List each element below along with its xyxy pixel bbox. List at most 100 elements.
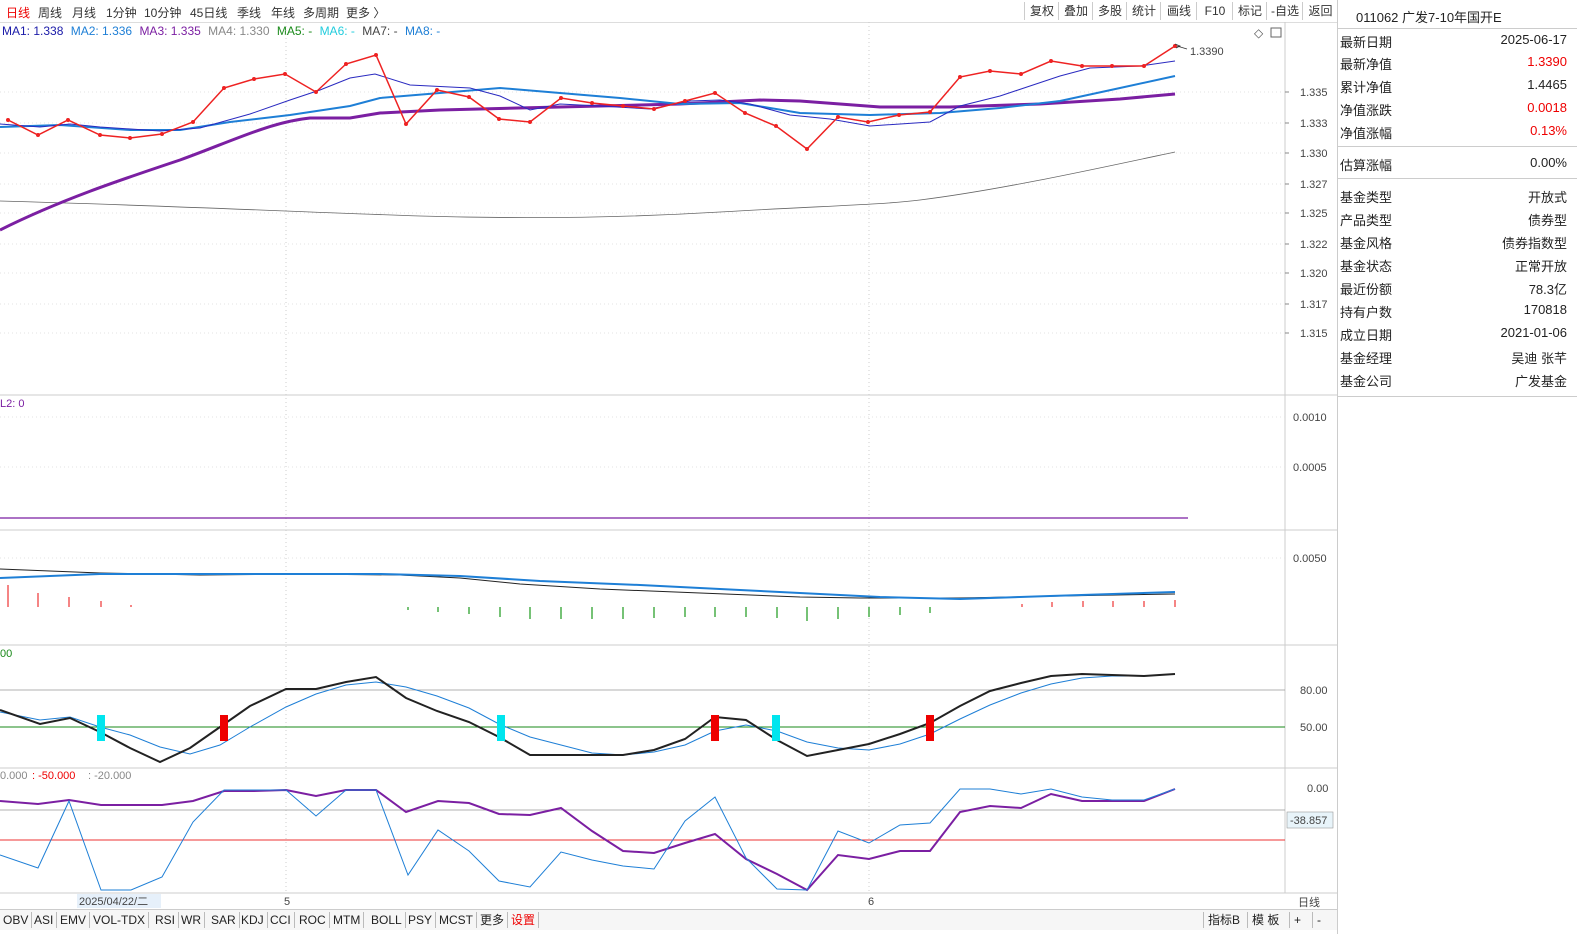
nav-line: [6, 44, 1177, 151]
info-row: 基金公司 广发基金: [1340, 369, 1567, 391]
tab-multi-period[interactable]: 多周期: [303, 4, 339, 21]
y-tick: 1.327: [1300, 179, 1328, 191]
period-toolbar: 日线 周线 月线 1分钟 10分钟 45日线 季线 年线 多周期 更多 〉 复权…: [0, 0, 1337, 23]
tab-roc[interactable]: ROC: [296, 912, 330, 928]
tab-monthly[interactable]: 月线: [72, 4, 96, 21]
tab-wr[interactable]: WR: [178, 912, 205, 928]
mark-button[interactable]: 标记: [1232, 2, 1267, 20]
window-toggle-icon[interactable]: [1270, 27, 1282, 38]
y-tick: 1.333: [1300, 118, 1328, 130]
tab-sar[interactable]: SAR: [208, 912, 240, 928]
tab-cci[interactable]: CCI: [267, 912, 295, 928]
y-tick: 0.0005: [1293, 462, 1327, 474]
tab-weekly[interactable]: 周线: [38, 4, 62, 21]
info-row: 净值涨幅 0.13%: [1340, 121, 1567, 143]
info-row: 成立日期 2021-01-06: [1340, 323, 1567, 345]
panel5-label-a: 0.000: [0, 770, 28, 782]
tab-boll[interactable]: BOLL: [368, 912, 406, 928]
y-tick: 1.325: [1300, 208, 1328, 220]
info-value: 正常开放: [1514, 259, 1567, 274]
panel2-label: L2: 0: [0, 398, 24, 410]
info-row: 净值涨跌 0.0018: [1340, 98, 1567, 120]
f10-button[interactable]: F10: [1196, 2, 1233, 20]
statistics-button[interactable]: 统计: [1126, 2, 1161, 20]
info-row: 估算涨幅 0.00%: [1340, 153, 1567, 175]
info-value: 1.3390: [1527, 54, 1567, 69]
tab-1min[interactable]: 1分钟: [106, 4, 137, 21]
info-row: 产品类型 债券型: [1340, 208, 1567, 230]
tab-quarterly[interactable]: 季线: [237, 4, 261, 21]
panel5-label-c: : -20.000: [88, 770, 131, 782]
month-label-6: 6: [868, 896, 874, 908]
fund-title: 011062 广发7-10年国开E: [1356, 10, 1502, 25]
y-tick: 1.320: [1300, 268, 1328, 280]
tab-rsi[interactable]: RSI: [152, 912, 180, 928]
tab-mtm[interactable]: MTM: [330, 912, 365, 928]
last-price-label: 1.3390: [1190, 46, 1224, 58]
y-tick: 1.322: [1300, 239, 1328, 251]
info-key: 累计净值: [1340, 80, 1393, 95]
info-key: 净值涨跌: [1340, 103, 1393, 118]
y-tick: 1.335: [1300, 87, 1328, 99]
ma3-line: [0, 92, 1176, 232]
overlay-button[interactable]: 叠加: [1058, 2, 1093, 20]
info-value: 2025-06-17: [1500, 32, 1568, 47]
info-value: 0.00%: [1530, 155, 1567, 170]
tab-obv[interactable]: OBV: [0, 912, 33, 928]
tab-10min[interactable]: 10分钟: [144, 4, 181, 21]
draw-line-button[interactable]: 画线: [1160, 2, 1197, 20]
fund-info-panel: 011062 广发7-10年国开E 最新日期 2025-06-17 最新净值 1…: [1337, 0, 1577, 934]
tab-vol-tdx[interactable]: VOL-TDX: [90, 912, 150, 928]
tab-emv[interactable]: EMV: [57, 912, 91, 928]
info-row: 基金风格 债券指数型: [1340, 231, 1567, 253]
info-key: 最近份额: [1340, 282, 1393, 297]
current-value-label: -38.857: [1290, 815, 1327, 827]
tab-mcst[interactable]: MCST: [436, 912, 477, 928]
info-row: 持有户数 170818: [1340, 300, 1567, 322]
info-key: 成立日期: [1340, 328, 1393, 343]
cursor-date-label: 2025/04/22/二: [79, 896, 148, 908]
info-row: 基金状态 正常开放: [1340, 254, 1567, 276]
kline-chart[interactable]: 1.335 1.333 1.330 1.327 1.325 1.322 1.32…: [0, 22, 1337, 909]
info-key: 持有户数: [1340, 305, 1393, 320]
info-row: 最近份额 78.3亿: [1340, 277, 1567, 299]
remove-watchlist-button[interactable]: -自选: [1266, 2, 1303, 20]
template-button[interactable]: 模 板: [1247, 912, 1283, 928]
info-value: 0.0018: [1527, 100, 1567, 115]
info-key: 基金状态: [1340, 259, 1393, 274]
tab-more[interactable]: 更多 〉: [346, 4, 385, 21]
info-value: 广发基金: [1514, 374, 1567, 389]
tab-45day[interactable]: 45日线: [190, 4, 227, 21]
tab-more-indicators[interactable]: 更多: [477, 912, 509, 928]
info-value: 2021-01-06: [1500, 325, 1568, 340]
info-key: 最新净值: [1340, 57, 1393, 72]
y-tick: 1.315: [1300, 328, 1328, 340]
main-y-axis: 1.335 1.333 1.330 1.327 1.325 1.322 1.32…: [1300, 87, 1328, 340]
y-tick: 80.00: [1300, 685, 1328, 697]
multi-stock-button[interactable]: 多股: [1092, 2, 1127, 20]
tab-psy[interactable]: PSY: [405, 912, 437, 928]
tab-settings[interactable]: 设置: [508, 912, 540, 928]
info-row: 最新净值 1.3390: [1340, 52, 1567, 74]
info-key: 基金经理: [1340, 351, 1393, 366]
info-value: 78.3亿: [1528, 282, 1567, 297]
zoom-out-button[interactable]: -: [1312, 912, 1325, 928]
info-value: 1.4465: [1527, 77, 1567, 92]
zoom-in-button[interactable]: +: [1289, 912, 1305, 928]
info-row: 基金经理 吴迪 张芊: [1340, 346, 1567, 368]
indicator-b-button[interactable]: 指标B: [1203, 912, 1244, 928]
tab-asi[interactable]: ASI: [31, 912, 58, 928]
info-value: 170818: [1523, 302, 1567, 317]
info-value: 债券指数型: [1501, 236, 1567, 251]
restore-rights-button[interactable]: 复权: [1024, 2, 1059, 20]
diamond-icon[interactable]: ◇: [1254, 26, 1264, 40]
info-value: 吴迪 张芊: [1511, 351, 1567, 366]
back-button[interactable]: 返回: [1302, 2, 1338, 20]
tab-daily[interactable]: 日线: [6, 4, 30, 21]
info-value: 债券型: [1527, 213, 1567, 228]
info-row: 最新日期 2025-06-17: [1340, 30, 1567, 52]
tab-kdj[interactable]: KDJ: [238, 912, 268, 928]
tab-yearly[interactable]: 年线: [271, 4, 295, 21]
info-key: 最新日期: [1340, 35, 1393, 50]
indicator-tab-bar: OBV ASI EMV VOL-TDX RSI WR SAR KDJ CCI R…: [0, 909, 1337, 930]
